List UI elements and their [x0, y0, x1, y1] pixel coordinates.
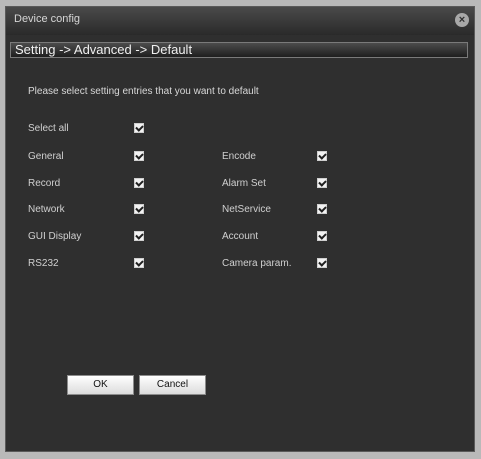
- checkbox-record[interactable]: [134, 178, 144, 188]
- window-title: Device config: [14, 13, 81, 25]
- title-bar[interactable]: Device config ×: [6, 7, 474, 35]
- option-label-gui-display: GUI Display: [28, 231, 82, 242]
- option-label-general: General: [28, 151, 64, 162]
- breadcrumb: Setting -> Advanced -> Default: [10, 42, 468, 58]
- device-config-dialog: Device config × Setting -> Advanced -> D…: [5, 6, 475, 452]
- instruction-text: Please select setting entries that you w…: [28, 86, 259, 97]
- checkbox-netservice[interactable]: [317, 204, 327, 214]
- checkbox-gui-display[interactable]: [134, 231, 144, 241]
- checkbox-general[interactable]: [134, 151, 144, 161]
- cancel-button[interactable]: Cancel: [139, 375, 206, 395]
- option-label-account: Account: [222, 231, 259, 242]
- option-label-record: Record: [28, 178, 61, 189]
- option-label-camera-param: Camera param.: [222, 258, 292, 269]
- option-label-encode: Encode: [222, 151, 256, 162]
- checkbox-account[interactable]: [317, 231, 327, 241]
- option-label-rs232: RS232: [28, 258, 59, 269]
- select-all-checkbox[interactable]: [134, 123, 144, 133]
- option-label-netservice: NetService: [222, 204, 271, 215]
- checkbox-network[interactable]: [134, 204, 144, 214]
- checkbox-alarm-set[interactable]: [317, 178, 327, 188]
- checkbox-camera-param[interactable]: [317, 258, 327, 268]
- option-label-network: Network: [28, 204, 65, 215]
- checkbox-rs232[interactable]: [134, 258, 144, 268]
- close-icon[interactable]: ×: [455, 13, 469, 27]
- option-label-alarm-set: Alarm Set: [222, 178, 266, 189]
- checkbox-encode[interactable]: [317, 151, 327, 161]
- ok-button[interactable]: OK: [67, 375, 134, 395]
- select-all-label: Select all: [28, 123, 69, 134]
